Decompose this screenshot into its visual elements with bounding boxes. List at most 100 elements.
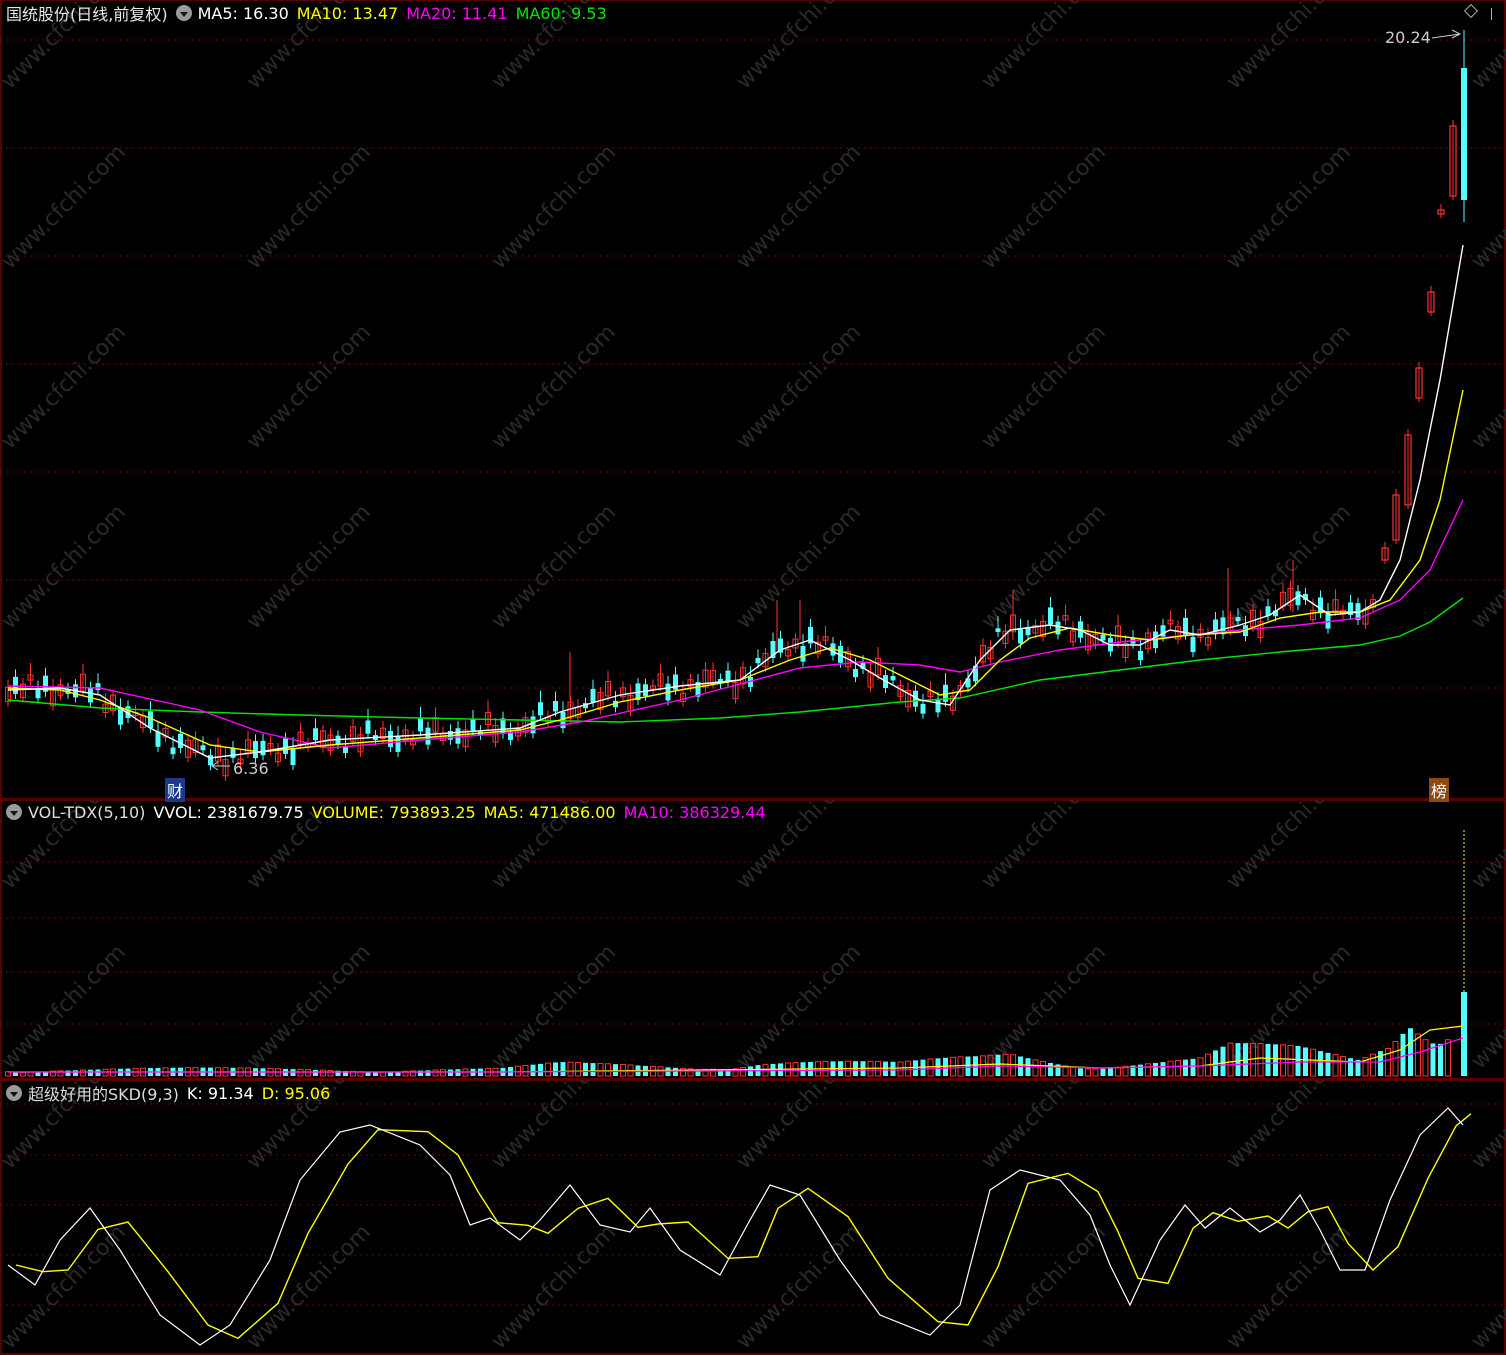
volume-bars-svg[interactable]: www.cfchi.com www.cfchi.com www.cfchi.com w… [0,800,1506,1080]
volume-panel[interactable]: VOL-TDX(5,10) VVOL: 2381679.75 VOLUME: 7… [0,800,1506,1080]
watermark-text: www.cfchi.com [1222,1220,1356,1354]
volume-bar [560,1062,566,1076]
volume-bar [883,1061,888,1076]
candle-body [13,676,18,694]
candle-body [1318,597,1323,614]
watermark-text: www.cfchi.com [1222,320,1356,454]
watermark-text: www.cfchi.com [977,500,1111,634]
price-candles-svg[interactable]: www.cfchi.com www.cfchi.com www.cfchi.com w… [0,0,1506,800]
watermark-text: www.cfchi.com [1467,1080,1506,1174]
volume-dropdown-icon[interactable] [6,804,22,820]
ranking-tag[interactable]: 榜 [1429,778,1450,802]
watermark-text: www.cfchi.com [242,500,376,634]
candle-body [178,733,183,749]
watermark-text: www.cfchi.com [1467,0,1506,94]
volume-bar [1078,1068,1083,1076]
volume-bar [597,1062,604,1077]
main-chart-panel[interactable]: 国统股份(日线,前复权) MA5: 16.30 MA10: 13.47 MA20… [0,0,1506,802]
volume-bar [913,1060,918,1076]
skd-lines-svg[interactable]: www.cfchi.com www.cfchi.com www.cfchi.com w… [0,1080,1506,1355]
volume-bar [1092,1068,1099,1077]
ma5-value: MA5: 16.30 [197,3,289,23]
candle-body [470,718,476,731]
volume-bar [1332,1054,1339,1077]
volume-bar [20,1071,26,1077]
candle-body [388,730,393,748]
volume-bar [583,1062,588,1076]
watermark-text: www.cfchi.com [977,1220,1111,1354]
volume-bar [440,1069,446,1077]
watermark-text: www.cfchi.com [977,940,1111,1074]
skd-panel[interactable]: 超级好用的SKD(9,3) K: 91.34 D: 95.06 www.cfch… [0,1080,1506,1355]
volume-bar [1183,1059,1188,1076]
candle-body [1055,621,1061,635]
volume-bar [373,1072,378,1076]
volume-bar [1400,1033,1406,1076]
high-arrow [1431,29,1462,39]
watermark-text: www.cfchi.com [977,0,1111,94]
volume-bar [1325,1052,1331,1076]
skd-dropdown-icon[interactable] [6,1085,22,1101]
candle-body [155,731,161,747]
finance-tag[interactable]: 财 [165,778,186,802]
stock-title: 国统股份(日线,前复权) [6,5,168,24]
volume-bar [957,1056,964,1077]
volume-bar [305,1069,311,1077]
candle-body [935,698,941,713]
candle-body [920,703,926,714]
volume-bar [1010,1054,1016,1077]
watermark-text: www.cfchi.com [732,1220,866,1354]
volume-bar [995,1054,1001,1076]
candle-body [755,657,761,664]
volume-bar [95,1069,101,1076]
volume-bar [575,1062,581,1077]
skd-d-value: D: 95.06 [261,1083,331,1103]
volume-bar [1461,992,1467,1076]
volume-bar [1295,1046,1301,1076]
volume-bar [1310,1048,1316,1077]
candle-body [1100,634,1106,641]
candle-body [95,683,101,691]
volume-bar [538,1063,543,1076]
volume-bar [65,1070,71,1076]
volume-bar [973,1056,978,1076]
volume-bar [73,1070,78,1076]
volume-bar [297,1068,304,1077]
volume-bar [1070,1066,1076,1077]
indicator-dropdown-icon[interactable] [175,5,192,21]
watermark-text: www.cfchi.com [487,140,621,274]
volume-bar [1197,1057,1204,1077]
volume-ma10-value: MA10: 386329.44 [623,802,766,822]
candle-body [725,670,731,682]
candle-body [170,747,176,755]
volume-bar [522,1064,529,1077]
watermark-text: www.cfchi.com [977,1080,1111,1174]
volume-bar [1175,1059,1181,1077]
watermark-text: www.cfchi.com [0,500,131,634]
volume-bar [890,1061,896,1076]
candle-body [553,700,558,712]
watermark-text: www.cfchi.com [487,1080,621,1174]
watermark-text: www.cfchi.com [977,800,1111,894]
watermark-text: www.cfchi.com [977,320,1111,454]
volume-bar [1048,1062,1053,1076]
high-price-label: 20.24 [1385,28,1431,47]
skd-indicator-name: 超级好用的SKD(9,3) [28,1085,179,1104]
volume-bar [432,1069,439,1077]
watermark-text: www.cfchi.com [1467,1220,1506,1354]
watermark-text: www.cfchi.com [732,1080,866,1174]
volume-bar [380,1071,386,1077]
volume-bar [1153,1062,1158,1076]
volume-bar [567,1061,574,1077]
candle-body [1461,68,1467,200]
volume-bar [1145,1063,1151,1077]
candle-body [1048,607,1053,625]
watermark-text: www.cfchi.com [1467,140,1506,274]
candle-body [313,728,318,741]
candle-body [283,738,288,754]
volume-bar [1108,1067,1113,1076]
volume-bar [927,1058,934,1077]
volume-bar [448,1069,453,1076]
volume-bar [920,1059,926,1076]
watermark-text: www.cfchi.com [1467,940,1506,1074]
